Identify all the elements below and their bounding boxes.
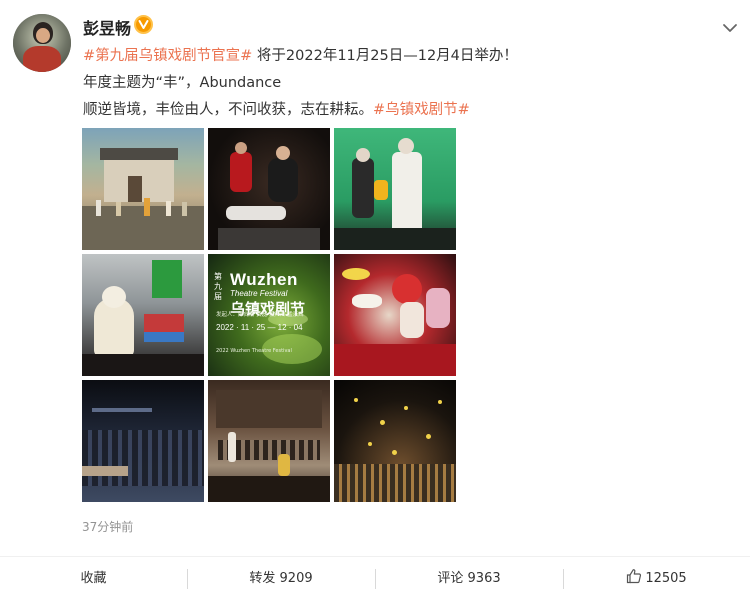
photo-thumbnail-street-parade[interactable] [82, 254, 204, 376]
weibo-post: 彭昱畅 #第九届乌镇戏剧节官宣# 将于2022年11月25日—12月4日举办！ … [0, 0, 750, 604]
photo-thumbnail-outdoor-stage[interactable] [82, 128, 204, 250]
photo-thumbnail-performance[interactable] [208, 128, 330, 250]
hashtag-link[interactable]: #乌镇戏剧节# [373, 102, 470, 118]
chevron-down-icon[interactable] [720, 20, 740, 34]
poster-title: Wuzhen [230, 270, 298, 289]
photo-thumbnail-costumed-performers[interactable] [334, 254, 456, 376]
repost-button[interactable]: 转发 9209 [187, 557, 375, 601]
thumbs-up-icon [626, 559, 642, 584]
verified-badge-icon [134, 15, 153, 34]
post-text-line-1: #第九届乌镇戏剧节官宣# 将于2022年11月25日—12月4日举办！ [83, 44, 518, 65]
avatar[interactable] [13, 14, 71, 72]
poster-date: 2022 · 11 · 25 — 12 · 04 [216, 323, 303, 332]
festival-poster[interactable]: 第九届 Wuzhen Theatre Festival 乌镇戏剧节 发起人：陈向… [208, 254, 330, 376]
like-button[interactable]: 12505 [563, 557, 750, 601]
post-text-line-3: 顺逆皆境，丰俭由人，不问收获，志在耕耘。#乌镇戏剧节# [83, 98, 470, 119]
photo-thumbnail-theatre-stage[interactable] [208, 380, 330, 502]
repost-count: 9209 [279, 571, 313, 586]
favorite-label: 收藏 [80, 571, 107, 586]
comment-label: 评论 [437, 571, 464, 586]
author-name[interactable]: 彭昱畅 [83, 15, 131, 39]
comment-count: 9363 [467, 571, 501, 586]
poster-footer: 2022 Wuzhen Theatre Festival [216, 348, 292, 354]
favorite-button[interactable]: 收藏 [0, 557, 187, 601]
poster-subtitle: Theatre Festival [230, 289, 288, 298]
post-text: 顺逆皆境，丰俭由人，不问收获，志在耕耘。 [83, 102, 373, 118]
comment-button[interactable]: 评论 9363 [375, 557, 563, 601]
poster-edition-text: 第九届 [214, 272, 222, 301]
action-bar: 收藏 转发 9209 评论 9363 12505 [0, 556, 750, 600]
image-grid: 第九届 Wuzhen Theatre Festival 乌镇戏剧节 发起人：陈向… [82, 128, 458, 504]
post-text-line-2: 年度主题为“丰”，Abundance [83, 75, 282, 91]
poster-hosts: 发起人：陈向宏 黄磊 赖声川 孟京辉 [216, 312, 304, 318]
post-text: 将于2022年11月25日—12月4日举办！ [252, 48, 518, 64]
repost-label: 转发 [249, 571, 276, 586]
photo-thumbnail-audience[interactable] [82, 380, 204, 502]
photo-thumbnail-actors[interactable] [334, 128, 456, 250]
like-count: 12505 [645, 571, 687, 586]
photo-thumbnail-night-crowd[interactable] [334, 380, 456, 502]
post-timestamp: 37分钟前 [82, 520, 134, 534]
hashtag-link[interactable]: #第九届乌镇戏剧节官宣# [83, 48, 252, 64]
